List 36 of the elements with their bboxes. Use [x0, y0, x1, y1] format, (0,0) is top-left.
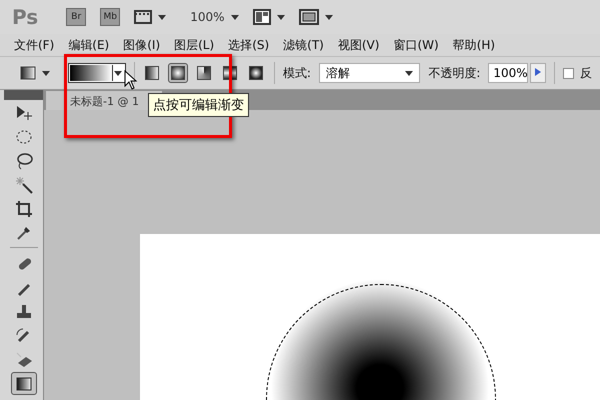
menu-item[interactable]: 图层(L) [168, 36, 222, 54]
menu-item[interactable]: 文件(F) [8, 36, 62, 54]
caret-icon [276, 14, 285, 20]
menu-item[interactable]: 选择(S) [222, 36, 278, 54]
triangle-icon [535, 68, 542, 76]
tooltip: 点按可编辑渐变 [148, 93, 249, 117]
view-extras-icon[interactable] [134, 10, 152, 24]
zoom-level[interactable]: 100% [190, 10, 225, 24]
mode-label: 模式: [282, 64, 311, 82]
caret-icon [230, 14, 239, 20]
cursor-icon [124, 70, 138, 90]
menu-item[interactable]: 帮助(H) [446, 36, 504, 54]
opacity-label: 不透明度: [428, 64, 480, 82]
caret-icon [324, 14, 333, 20]
menu-item[interactable]: 视图(V) [332, 36, 388, 54]
gradient-picker[interactable] [68, 63, 126, 83]
gradient-type-button[interactable] [168, 63, 188, 83]
mode-dropdown[interactable]: 溶解 [318, 63, 420, 83]
caret-icon [42, 70, 50, 76]
arrange-icon[interactable] [252, 9, 271, 25]
panel-header [4, 90, 43, 100]
menu-item[interactable]: 滤镜(T) [277, 36, 332, 54]
app-logo: Ps [12, 5, 38, 29]
opacity-arrow-button[interactable] [530, 63, 546, 83]
reverse-label: 反 [580, 64, 592, 82]
reverse-checkbox[interactable] [563, 68, 574, 78]
app-button[interactable]: Br [66, 8, 86, 26]
menu-item[interactable]: 窗口(W) [387, 36, 447, 54]
screen-mode-icon[interactable] [298, 9, 319, 25]
opacity-field[interactable]: 100% [488, 63, 528, 83]
caret-icon [158, 14, 166, 20]
app-button[interactable]: Mb [100, 8, 120, 26]
menu-item[interactable]: 编辑(E) [62, 36, 118, 54]
gradient-tool-icon[interactable] [20, 66, 36, 80]
menu-item[interactable]: 图像(I) [117, 36, 168, 54]
gradient-tool-icon[interactable] [10, 372, 36, 395]
